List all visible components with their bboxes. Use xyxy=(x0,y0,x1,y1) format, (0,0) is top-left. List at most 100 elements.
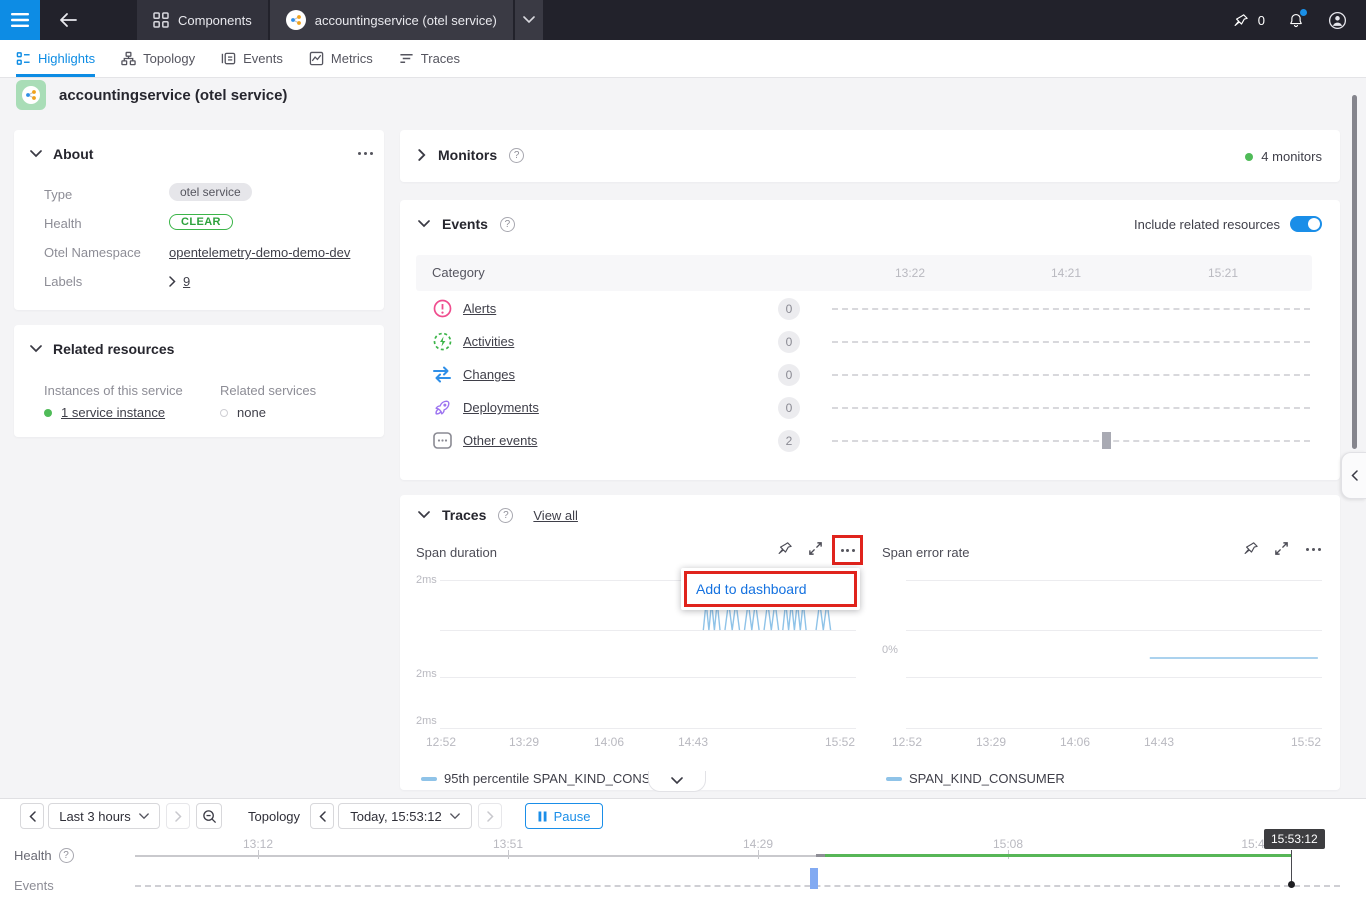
span-duration-menu-button[interactable] xyxy=(841,549,855,552)
tab-topology[interactable]: Topology xyxy=(121,40,195,77)
tab-metrics-label: Metrics xyxy=(331,51,373,66)
pin-icon xyxy=(1233,12,1250,29)
pinned-items-button[interactable]: 0 xyxy=(1233,12,1265,29)
event-row-activities: Activities 0 xyxy=(400,331,1340,353)
vertical-scrollbar[interactable] xyxy=(1352,95,1357,449)
green-status-dot xyxy=(44,409,52,417)
range-forward-button[interactable] xyxy=(166,803,190,829)
event-row-deployments: Deployments 0 xyxy=(400,397,1340,419)
tab-entity[interactable]: accountingservice (otel service) xyxy=(270,0,513,40)
category-column-header: Category xyxy=(432,265,485,280)
playhead-line[interactable] xyxy=(1291,850,1292,883)
expand-chevron-icon[interactable] xyxy=(418,149,426,161)
view-all-link[interactable]: View all xyxy=(533,508,578,523)
health-timeline-clear[interactable] xyxy=(825,854,1291,857)
tab-events[interactable]: Events xyxy=(221,40,283,77)
activities-link[interactable]: Activities xyxy=(463,334,514,349)
user-avatar-button[interactable] xyxy=(1327,10,1348,31)
event-row-alerts: Alerts 0 xyxy=(400,298,1340,320)
span-duration-menu-highlight xyxy=(832,535,863,565)
tab-traces-label: Traces xyxy=(421,51,460,66)
changes-link[interactable]: Changes xyxy=(463,367,515,382)
span-error-expand-button[interactable] xyxy=(1274,541,1289,556)
health-help-icon[interactable]: ? xyxy=(59,848,74,863)
other-events-link[interactable]: Other events xyxy=(463,433,537,448)
back-button[interactable] xyxy=(40,0,96,40)
event-row-other: Other events 2 xyxy=(400,430,1340,452)
about-health-label: Health xyxy=(44,216,82,231)
monitors-help-icon[interactable]: ? xyxy=(509,148,524,163)
collapse-chevron-icon[interactable] xyxy=(30,150,42,158)
tab-metrics[interactable]: Metrics xyxy=(309,40,373,77)
time-forward-button[interactable] xyxy=(478,803,502,829)
tab-components[interactable]: Components xyxy=(137,0,268,40)
tab-entity-label: accountingservice (otel service) xyxy=(315,13,497,28)
collapse-chevron-icon[interactable] xyxy=(418,511,430,519)
span-duration-pin-button[interactable] xyxy=(777,540,794,557)
event-marker-bar[interactable] xyxy=(810,868,818,889)
alert-icon xyxy=(433,299,452,318)
time-header-2: 14:21 xyxy=(1051,266,1081,280)
collapse-chevron-icon[interactable] xyxy=(418,220,430,228)
tab-highlights[interactable]: Highlights xyxy=(16,40,95,77)
health-badge: CLEAR xyxy=(169,214,233,230)
zoom-out-button[interactable] xyxy=(196,803,222,829)
range-back-button[interactable] xyxy=(20,803,44,829)
collapse-chevron-icon[interactable] xyxy=(30,345,42,353)
page-title: accountingservice (otel service) xyxy=(59,87,287,104)
monitors-title: Monitors xyxy=(438,147,497,163)
side-panel-handle[interactable] xyxy=(1341,452,1366,499)
pin-count: 0 xyxy=(1258,13,1265,28)
span-duration-title: Span duration xyxy=(416,545,497,560)
timeline-tick: 13:12 xyxy=(243,837,273,851)
pause-button[interactable]: Pause xyxy=(525,803,603,829)
tab-dropdown-chevron-icon[interactable] xyxy=(515,0,543,40)
service-instance-link[interactable]: 1 service instance xyxy=(61,405,165,420)
about-menu-button[interactable] xyxy=(358,152,373,155)
add-to-dashboard-menu-item[interactable]: Add to dashboard xyxy=(684,571,857,607)
span-error-pin-button[interactable] xyxy=(1243,540,1260,557)
time-range-dropdown[interactable]: Last 3 hours xyxy=(48,803,160,829)
events-timeline[interactable] xyxy=(135,885,1340,887)
x-tick: 13:29 xyxy=(976,735,1006,749)
avatar-icon xyxy=(1327,10,1348,31)
related-resources-card: Related resources Instances of this serv… xyxy=(14,325,384,437)
events-table-header: Category 13:22 14:21 15:21 xyxy=(416,255,1312,291)
y-tick: 0% xyxy=(882,644,898,656)
collapse-section-handle[interactable] xyxy=(648,771,706,792)
labels-count-link[interactable]: 9 xyxy=(183,274,190,289)
traces-card: Traces ? View all Span duration 2ms 2ms … xyxy=(400,495,1340,790)
events-help-icon[interactable]: ? xyxy=(500,217,515,232)
service-share-icon xyxy=(286,10,306,30)
namespace-link[interactable]: opentelemetry-demo-demo-dev xyxy=(169,245,350,260)
chevron-down-icon xyxy=(450,813,460,820)
expand-chevron-icon[interactable] xyxy=(169,276,176,287)
y-tick: 2ms xyxy=(416,715,437,727)
span-duration-expand-button[interactable] xyxy=(808,541,823,556)
hamburger-menu-icon[interactable] xyxy=(0,0,40,40)
components-grid-icon xyxy=(153,12,169,28)
playhead-dot[interactable] xyxy=(1288,881,1295,888)
alerts-count-badge: 0 xyxy=(778,298,800,320)
x-tick: 12:52 xyxy=(426,735,456,749)
legend-swatch xyxy=(421,777,437,781)
timeline-tick: 15:4 xyxy=(1241,837,1264,851)
notifications-button[interactable] xyxy=(1287,11,1305,30)
other-events-count-badge: 2 xyxy=(778,430,800,452)
span-error-menu-button[interactable] xyxy=(1306,548,1321,551)
include-related-toggle[interactable] xyxy=(1290,216,1322,232)
timeline-tick: 15:08 xyxy=(993,837,1023,851)
tab-traces[interactable]: Traces xyxy=(399,40,460,77)
traces-help-icon[interactable]: ? xyxy=(498,508,513,523)
alerts-link[interactable]: Alerts xyxy=(463,301,496,316)
monitors-status-dot xyxy=(1245,153,1253,161)
about-labels-label: Labels xyxy=(44,274,82,289)
deployment-rocket-icon xyxy=(433,398,452,417)
current-time-dropdown[interactable]: Today, 15:53:12 xyxy=(338,803,472,829)
deployments-link[interactable]: Deployments xyxy=(463,400,539,415)
health-timeline-unknown[interactable] xyxy=(135,855,818,857)
time-back-button[interactable] xyxy=(310,803,334,829)
time-range-value: Last 3 hours xyxy=(59,809,131,824)
x-tick: 14:43 xyxy=(1144,735,1174,749)
other-events-bar[interactable] xyxy=(1102,432,1111,449)
